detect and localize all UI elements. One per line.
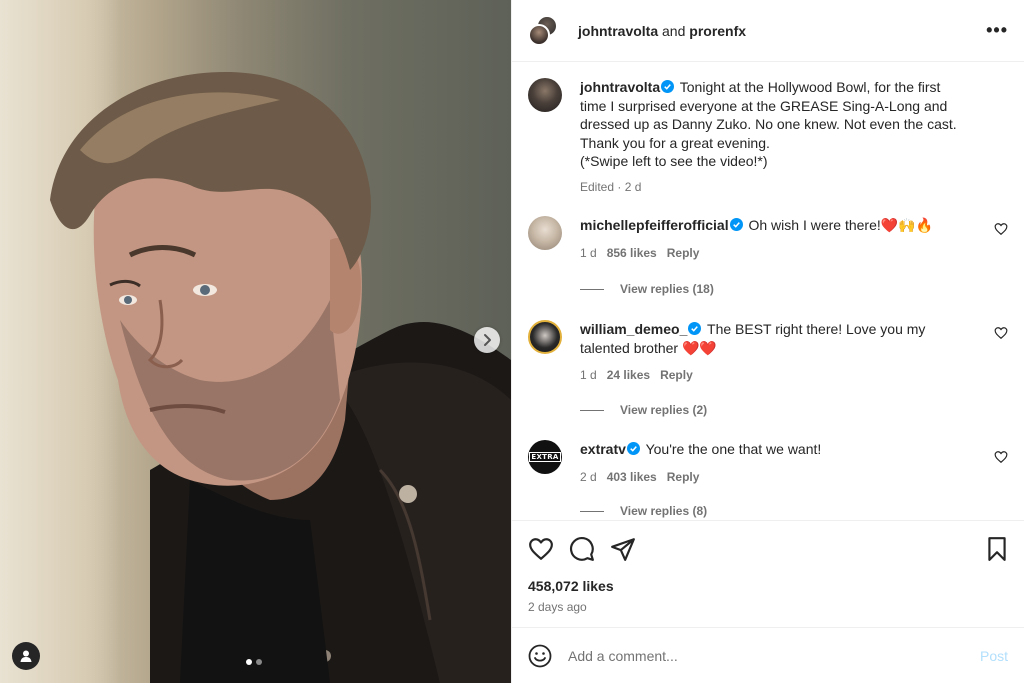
view-replies-label: View replies (2) [620, 403, 708, 417]
portrait-photo [50, 71, 511, 683]
carousel-indicator [246, 659, 262, 665]
emoji-icon[interactable] [528, 644, 552, 668]
post-details-panel: johntravolta and prorenfx ••• johntravol… [511, 0, 1024, 683]
verified-icon [661, 80, 675, 93]
coauthor-username[interactable]: prorenfx [689, 23, 746, 39]
avatar[interactable] [528, 320, 562, 354]
verified-icon [688, 322, 702, 335]
comment-meta: 1 d 24 likes Reply [580, 366, 980, 385]
comment-meta: 1 d 856 likes Reply [580, 244, 980, 263]
comment-text: Oh wish I were there!❤️🙌🔥 [748, 217, 934, 233]
reply-button[interactable]: Reply [667, 246, 700, 260]
caption-username[interactable]: johntravolta [580, 79, 660, 95]
comment-age: 1 d [580, 245, 597, 260]
post-actions: 458,072 likes 2 days ago [512, 520, 1024, 630]
caption-text: Thank you for a great evening. [580, 134, 770, 151]
verified-icon [729, 218, 743, 231]
authors-conjunction: and [662, 22, 686, 39]
comment-meta: 2 d 403 likes Reply [580, 468, 980, 487]
post-comment-button[interactable]: Post [980, 648, 1008, 664]
caption-meta: Edited · 2 d [580, 179, 642, 194]
divider [580, 288, 604, 290]
comment-icon[interactable] [569, 536, 595, 562]
save-icon[interactable] [984, 536, 1010, 562]
caption-text: (*Swipe left to see the video!*) [580, 153, 768, 169]
share-icon[interactable] [610, 536, 636, 562]
user-tag-icon [20, 650, 32, 662]
likes-count[interactable]: 458,072 likes [528, 578, 614, 594]
comment-likes[interactable]: 856 likes [607, 246, 657, 260]
caption-text: dressed up as Danny Zuko. No one knew. N… [580, 116, 957, 132]
comment-username[interactable]: william_demeo_ [580, 321, 687, 337]
collab-avatars[interactable] [528, 14, 560, 47]
comment-username[interactable]: michellepfeifferofficial [580, 217, 729, 233]
post-header: johntravolta and prorenfx ••• [512, 0, 1024, 62]
divider [580, 510, 604, 512]
tagged-users-button[interactable] [12, 642, 40, 670]
comment-age: 2 d [580, 469, 597, 484]
verified-icon [626, 442, 640, 455]
comment-input[interactable] [568, 647, 948, 664]
avatar-logo-text: EXTRA [529, 452, 561, 462]
caption-text: Tonight at the Hollywood Bowl, for the f… [679, 79, 941, 95]
comment-likes[interactable]: 24 likes [607, 368, 650, 382]
heart-icon[interactable] [528, 536, 554, 562]
comment-text: talented brother ❤️❤️ [580, 339, 717, 356]
carousel-dot-active [246, 659, 252, 665]
comment-age: 1 d [580, 368, 597, 382]
view-replies-button[interactable]: View replies (2) [580, 403, 707, 417]
view-replies-label: View replies (8) [620, 504, 708, 518]
post-media[interactable] [0, 0, 511, 683]
comment-text: The BEST right there! Love you my [707, 321, 926, 337]
avatar[interactable]: EXTRA [528, 440, 562, 474]
divider [580, 409, 604, 411]
comment-likes[interactable]: 403 likes [607, 470, 657, 484]
reply-button[interactable]: Reply [667, 470, 700, 484]
comment-username[interactable]: extratv [580, 441, 626, 457]
post-time: 2 days ago [528, 600, 587, 614]
add-comment-bar: Post [512, 627, 1024, 683]
carousel-next-button[interactable] [474, 327, 500, 353]
carousel-dot [256, 659, 262, 665]
view-replies-button[interactable]: View replies (8) [580, 504, 707, 518]
heart-icon[interactable] [994, 326, 1008, 340]
comments-list[interactable]: johntravolta Tonight at the Hollywood Bo… [512, 63, 1024, 519]
reply-button[interactable]: Reply [660, 368, 693, 382]
chevron-right-icon [484, 334, 491, 346]
heart-icon[interactable] [994, 450, 1008, 464]
comment-text: You're the one that we want! [645, 441, 822, 457]
post-authors: johntravolta and prorenfx [578, 23, 746, 39]
heart-icon[interactable] [994, 222, 1008, 236]
more-options-icon[interactable]: ••• [986, 20, 1008, 41]
view-replies-label: View replies (18) [620, 282, 714, 296]
view-replies-button[interactable]: View replies (18) [580, 282, 714, 296]
avatar [528, 23, 550, 46]
caption-text: time I surprised everyone at the GREASE … [580, 97, 948, 114]
avatar[interactable] [528, 78, 562, 112]
author-username[interactable]: johntravolta [578, 23, 658, 39]
avatar[interactable] [528, 216, 562, 250]
